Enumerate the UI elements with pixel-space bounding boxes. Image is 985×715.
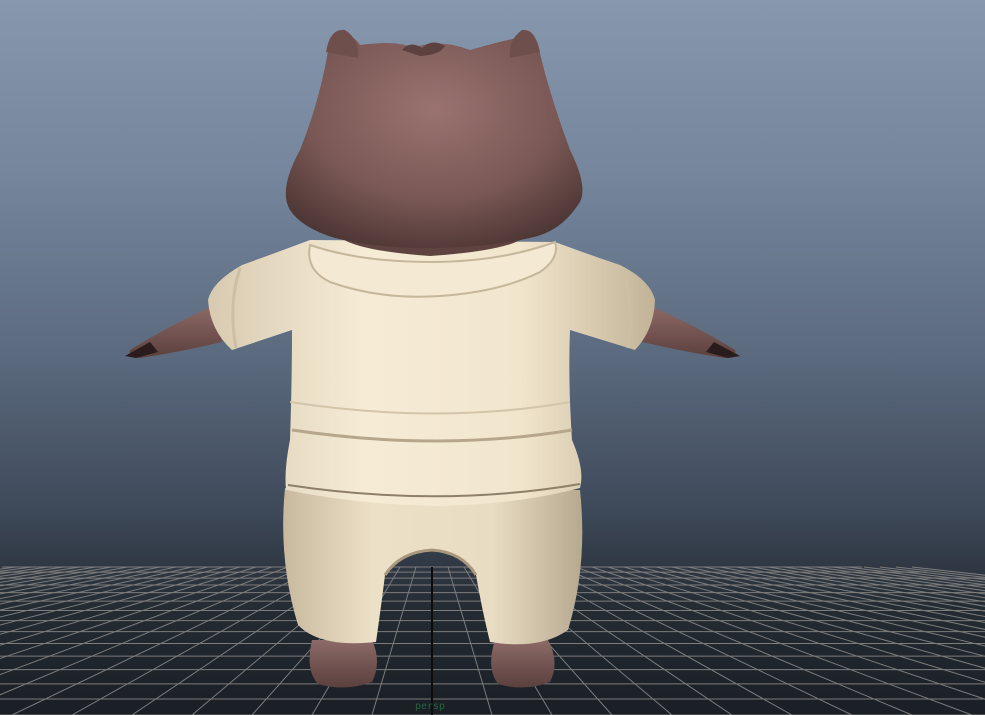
- grid-line: [0, 566, 273, 660]
- left-foot: [309, 640, 377, 688]
- grid-line: [0, 566, 65, 577]
- grid-line: [655, 566, 985, 647]
- grid-line: [799, 566, 985, 595]
- head-fur: [285, 34, 583, 248]
- grid-line: [703, 566, 985, 624]
- grid-line: [575, 566, 973, 715]
- grid-line: [0, 566, 129, 591]
- grid-line: [0, 566, 209, 618]
- grid-line: [0, 566, 289, 676]
- grid-line: [11, 566, 321, 715]
- grid-line: [671, 566, 985, 638]
- camera-label: persp: [414, 701, 446, 712]
- viewport-scene: [0, 29, 985, 715]
- grid-line: [543, 566, 853, 715]
- maya-perspective-viewport[interactable]: persp: [0, 0, 985, 715]
- grid-line: [0, 566, 193, 611]
- grid-line: [719, 566, 985, 618]
- right-foot: [491, 640, 555, 688]
